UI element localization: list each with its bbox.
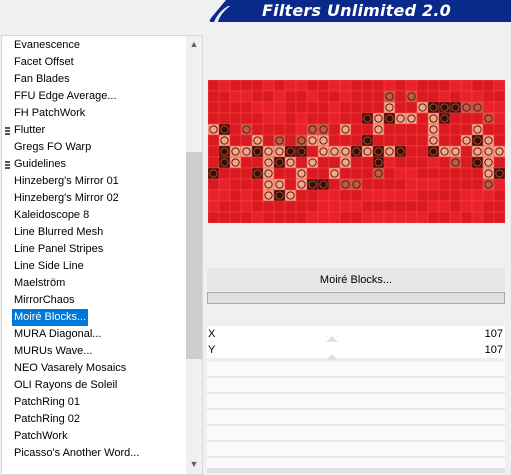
list-item[interactable]: Line Blurred Mesh <box>2 224 185 241</box>
list-item-label: MURA Diagonal... <box>14 328 102 340</box>
list-item-label: Moiré Blocks... <box>10 308 90 327</box>
param-x-slider[interactable]: X 107 <box>207 326 505 342</box>
list-item[interactable]: Kaleidoscope 8 <box>2 207 185 224</box>
list-item-label: Guidelines <box>14 158 66 170</box>
list-item[interactable]: Line Side Line <box>2 258 185 275</box>
list-item-label: Maelström <box>14 277 66 289</box>
list-item[interactable]: Guidelines <box>2 156 185 173</box>
list-item[interactable]: PatchRing 01 <box>2 394 185 411</box>
panel-bottom-edge <box>207 468 505 473</box>
list-item-label: OLI Rayons de Soleil <box>14 379 118 391</box>
list-item-label: Hinzeberg's Mirror 01 <box>14 175 119 187</box>
list-item[interactable]: Facet Offset <box>2 54 185 71</box>
param-y-label: Y <box>208 344 216 356</box>
list-item-label: Flutter <box>14 124 46 136</box>
list-item-label: Picasso's Another Word... <box>14 447 140 459</box>
list-item[interactable]: OLI Rayons de Soleil <box>2 377 185 394</box>
header-banner: Filters Unlimited 2.0 <box>0 0 511 30</box>
param-x-label: X <box>208 328 216 340</box>
list-scrollbar[interactable]: ▲ ▼ <box>186 36 202 474</box>
list-item[interactable]: Hinzeberg's Mirror 02 <box>2 190 185 207</box>
list-item[interactable]: MURUs Wave... <box>2 343 185 360</box>
list-item-label: MirrorChaos <box>14 294 75 306</box>
list-item-label: Evanescence <box>14 39 81 51</box>
list-item[interactable]: FFU Edge Average... <box>2 88 185 105</box>
list-item-label: FFU Edge Average... <box>14 90 117 102</box>
list-item[interactable]: NEO Vasarely Mosaics <box>2 360 185 377</box>
list-item-label: Line Blurred Mesh <box>14 226 104 238</box>
list-item[interactable]: Fan Blades <box>2 71 185 88</box>
list-item[interactable]: Evanescence <box>2 37 185 54</box>
list-item-label: PatchRing 01 <box>14 396 81 408</box>
list-item-label: FH PatchWork <box>14 107 86 119</box>
list-item-label: Facet Offset <box>14 56 74 68</box>
list-item[interactable]: PatchWork <box>2 428 185 445</box>
param-y-value: 107 <box>484 344 503 356</box>
empty-param-rows <box>207 362 505 470</box>
slider-thumb-icon[interactable] <box>326 354 338 360</box>
param-y-slider[interactable]: Y 107 <box>207 342 505 360</box>
filter-name-label: Moiré Blocks... <box>207 268 505 291</box>
list-item-label: Fan Blades <box>14 73 70 85</box>
list-item[interactable]: Gregs FO Warp <box>2 139 185 156</box>
list-item-label: NEO Vasarely Mosaics <box>14 362 127 374</box>
arrow-down-icon[interactable]: ▼ <box>186 456 202 473</box>
filter-preview-image <box>208 80 505 223</box>
filter-info-bar <box>207 292 505 304</box>
list-item[interactable]: Hinzeberg's Mirror 01 <box>2 173 185 190</box>
list-item-label: PatchWork <box>14 430 68 442</box>
list-item[interactable]: Line Panel Stripes <box>2 241 185 258</box>
list-item-selected[interactable]: Moiré Blocks... <box>2 308 185 327</box>
param-x-value: 107 <box>484 328 503 340</box>
list-item-label: Gregs FO Warp <box>14 141 92 153</box>
list-item[interactable]: Maelström <box>2 275 185 292</box>
list-item[interactable]: PatchRing 02 <box>2 411 185 428</box>
list-item[interactable]: MURA Diagonal... <box>2 326 185 343</box>
list-item[interactable]: MirrorChaos <box>2 292 185 309</box>
filter-list[interactable]: Evanescence Facet Offset Fan Blades FFU Edg… <box>1 35 203 475</box>
list-item-label: Line Panel Stripes <box>14 243 104 255</box>
arrow-up-icon[interactable]: ▲ <box>186 36 202 53</box>
list-item[interactable]: Picasso's Another Word... <box>2 445 185 462</box>
list-item-label: Hinzeberg's Mirror 02 <box>14 192 119 204</box>
list-item-label: Line Side Line <box>14 260 84 272</box>
app-title: Filters Unlimited 2.0 <box>262 1 451 20</box>
list-item[interactable]: Flutter <box>2 122 185 139</box>
list-item-label: PatchRing 02 <box>14 413 81 425</box>
list-item-label: MURUs Wave... <box>14 345 93 357</box>
list-item[interactable]: FH PatchWork <box>2 105 185 122</box>
list-item-label: Kaleidoscope 8 <box>14 209 90 221</box>
category-marker-icon <box>5 161 10 169</box>
category-marker-icon <box>5 127 10 135</box>
scrollbar-thumb[interactable] <box>186 152 202 359</box>
